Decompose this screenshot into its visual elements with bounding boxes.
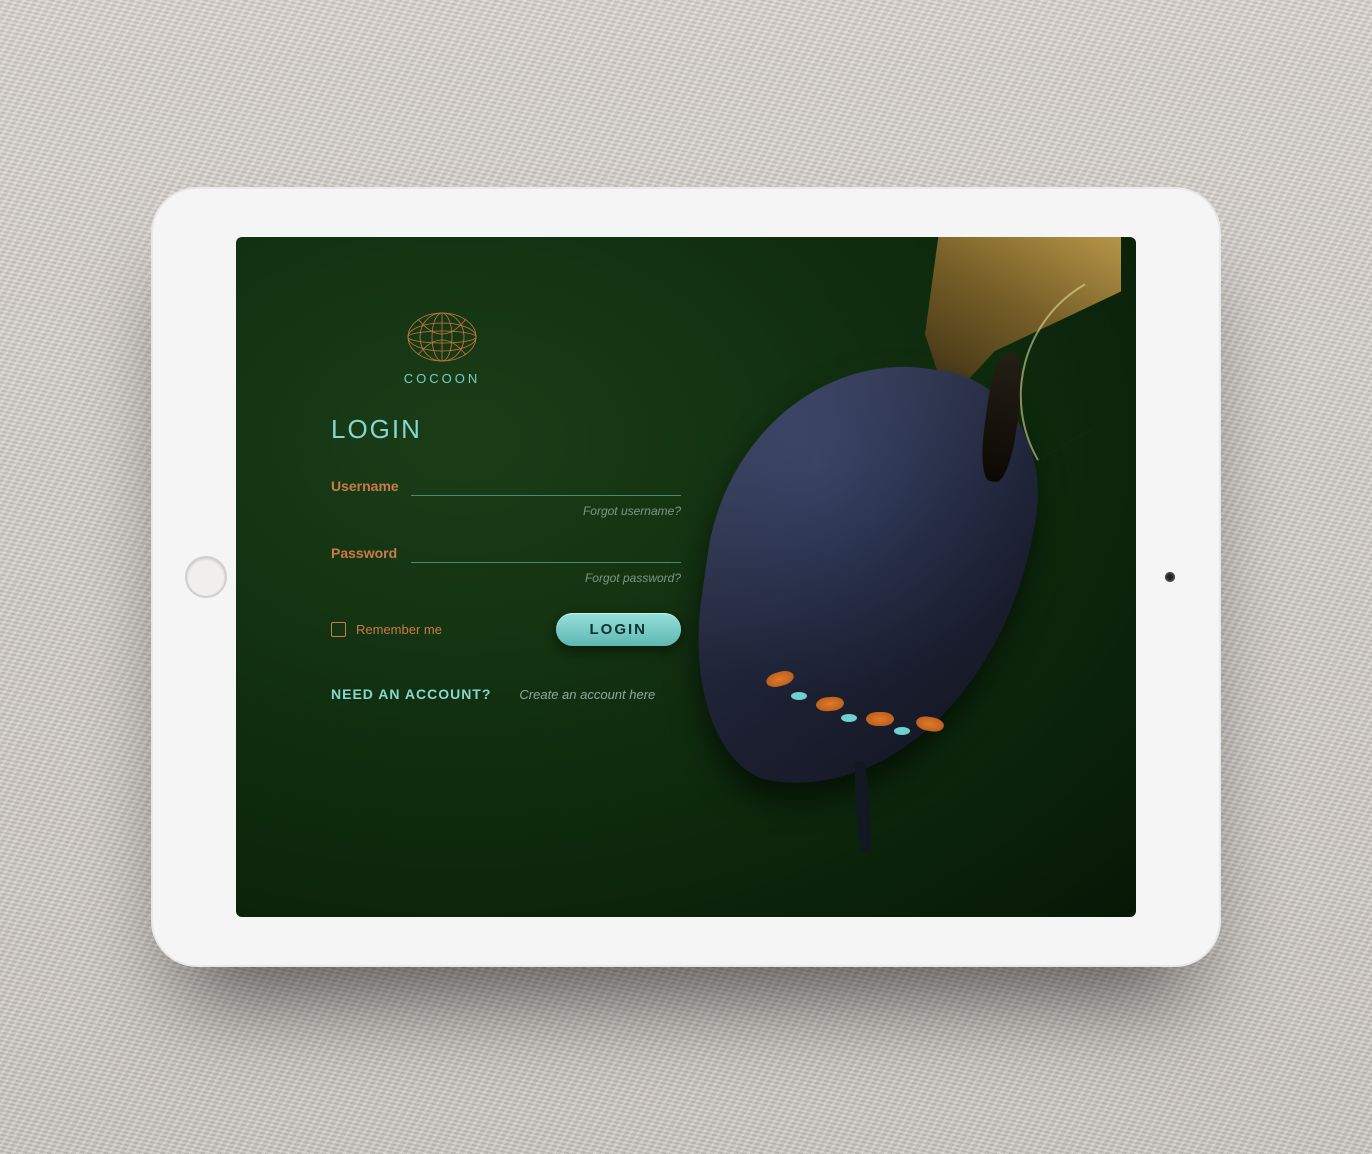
remember-me-checkbox[interactable]: Remember me <box>331 622 442 637</box>
username-row: Username <box>331 475 681 496</box>
signup-prompt: NEED AN ACCOUNT? <box>331 686 491 702</box>
forgot-username-link[interactable]: Forgot username? <box>583 504 681 518</box>
tablet-camera <box>1165 572 1175 582</box>
forgot-password-link[interactable]: Forgot password? <box>585 571 681 585</box>
password-input[interactable] <box>411 542 681 563</box>
app-screen: COCOON LOGIN Username Forgot username? P… <box>236 237 1136 917</box>
butterfly-illustration <box>696 322 1116 842</box>
branch-decoration <box>841 237 1121 402</box>
password-row: Password <box>331 542 681 563</box>
brand-name: COCOON <box>357 371 527 386</box>
login-form: COCOON LOGIN Username Forgot username? P… <box>236 237 681 702</box>
username-input[interactable] <box>411 475 681 496</box>
password-label: Password <box>331 545 411 563</box>
checkbox-box-icon <box>331 622 346 637</box>
tablet-home-button[interactable] <box>185 556 227 598</box>
brand-block: COCOON <box>357 307 527 386</box>
tablet-frame: COCOON LOGIN Username Forgot username? P… <box>151 187 1221 967</box>
create-account-link[interactable]: Create an account here <box>519 687 655 702</box>
login-button[interactable]: LOGIN <box>556 613 682 646</box>
remember-me-label: Remember me <box>356 622 442 637</box>
brain-logo-icon <box>402 307 482 367</box>
username-label: Username <box>331 478 411 496</box>
login-heading: LOGIN <box>331 414 681 445</box>
